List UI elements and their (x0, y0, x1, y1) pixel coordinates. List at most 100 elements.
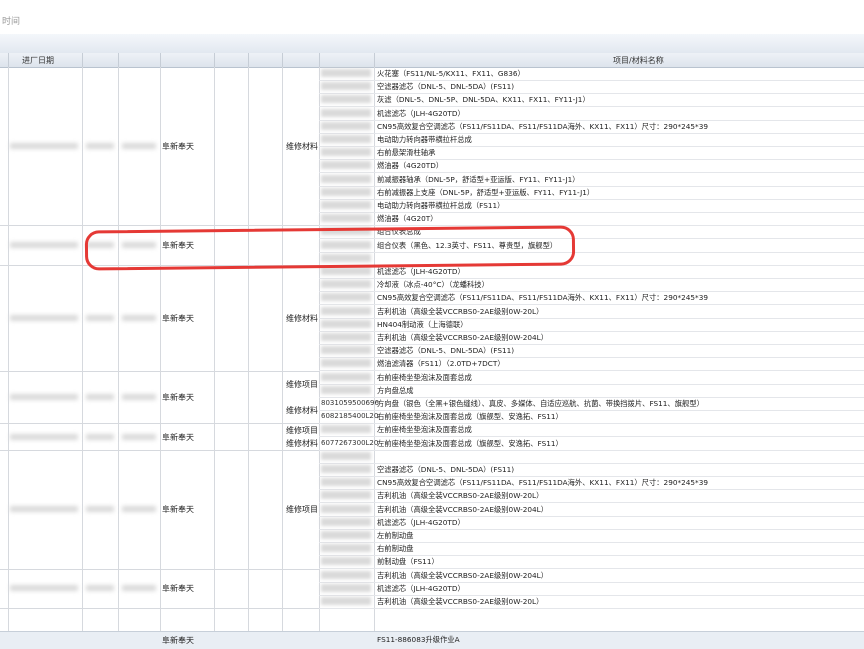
redacted-code (321, 174, 371, 183)
grid-column-divider (282, 67, 283, 648)
table-row[interactable]: 电动助力转向器带横拉杆总成 (319, 133, 864, 147)
item-name-cell: 吉利机油（高级全装VCCRBS0-2AE级别0W-204L） (377, 333, 549, 342)
table-row[interactable]: 火花塞（FS11/NL-5/KX11、FX11、G836） (319, 67, 864, 81)
table-row[interactable]: 电动助力转向器带横拉杆总成（FS11） (319, 199, 864, 213)
table-row[interactable]: 方向盘总成 (319, 384, 864, 398)
table-row[interactable]: 前制动盘（FS11） (319, 555, 864, 570)
table-row[interactable]: 机滤滤芯（JLH-4G20TD） (319, 516, 864, 530)
table-row[interactable]: 吉利机油（高级全装VCCRBS0-2AE级别0W-204L） (319, 503, 864, 517)
redacted-code (321, 531, 371, 539)
work-type-cell: 维修项目 (286, 379, 318, 389)
table-row[interactable]: 6082185400L20 右前座椅坐垫泡沫及面套总成（旗舰型、安逸拓、FS11） (319, 410, 864, 425)
table-row[interactable]: 吉利机油（高级全装VCCRBS0-2AE级别0W-204L） (319, 569, 864, 583)
table-row[interactable]: 右前制动盘 (319, 542, 864, 557)
redacted-cell (10, 242, 78, 249)
redacted-code (321, 372, 371, 381)
table-row[interactable]: CN95高效复合空调滤芯（FS11/FS11DA、FS11/FS11DA海外、K… (319, 120, 864, 134)
table-row[interactable]: 空滤器滤芯（DNL-5、DNL-5DA）(FS11) (319, 80, 864, 95)
item-name-cell: HN404制动液（上海德联） (377, 319, 468, 329)
table-row[interactable]: 吉利机油（高级全装VCCRBS0-2AE级别0W-20L） (319, 595, 864, 609)
table-row[interactable]: 燃油滤清器（FS11）（2.0TD+7DCT） (319, 357, 864, 372)
redacted-code (321, 491, 371, 500)
redacted-cell (122, 433, 156, 440)
item-name-cell: 火花塞（FS11/NL-5/KX11、FX11、G836） (377, 69, 525, 78)
table-row[interactable]: 燃油器（4G20TD） (319, 159, 864, 174)
redacted-code (321, 148, 371, 157)
redacted-cell (86, 506, 114, 513)
redacted-code (321, 570, 371, 579)
table-row[interactable]: 机滤滤芯（JLH-4G20TD） (319, 107, 864, 121)
work-type-cell: 维修材料 (286, 439, 318, 449)
column-header-date[interactable]: 进厂日期 (22, 55, 54, 66)
part-code-cell: 8031059500696 (321, 399, 379, 407)
table-row[interactable]: 燃油器（4G20T） (319, 212, 864, 227)
redacted-code (321, 214, 371, 223)
item-name-cell: 空滤器滤芯（DNL-5、DNL-5DA）(FS11) (377, 465, 515, 474)
item-name-cell: 空滤器滤芯（DNL-5、DNL-5DA）(FS11) (377, 346, 515, 356)
table-row[interactable]: 8031059500696 方向盘（银色（全黑+银色缝线）、真皮、多媒体、自适应巡… (319, 397, 864, 411)
redacted-cell (10, 314, 78, 321)
work-type-cell: 维修材料 (286, 313, 318, 323)
table-row[interactable]: CN95高效复合空调滤芯（FS11/FS11DA、FS11/FS11DA海外、K… (319, 291, 864, 306)
group-divider (0, 449, 319, 451)
item-name-cell: CN95高效复合空调滤芯（FS11/FS11DA、FS11/FS11DA海外、K… (377, 121, 708, 131)
column-header-items[interactable]: 项目/材料名称 (613, 55, 664, 66)
table-row[interactable]: 左前制动盘 (319, 529, 864, 543)
table-row[interactable] (319, 450, 864, 464)
redacted-code (321, 465, 371, 473)
redacted-code (321, 544, 371, 553)
redacted-cell (10, 506, 78, 513)
table-row[interactable]: 右前座椅坐垫泡沫及面套总成 (319, 371, 864, 385)
item-name-cell: 吉利机油（高级全装VCCRBS0-2AE级别0W-204L） (377, 570, 549, 580)
table-row[interactable]: 吉利机油（高级全装VCCRBS0-2AE级别0W-204L） (319, 331, 864, 345)
redacted-code (321, 187, 371, 196)
table-row[interactable]: 前减振器轴承（DNL-5P，舒适型+亚运版、FY11、FY11-J1） (319, 173, 864, 187)
table-row[interactable]: 6077267300L20 左前座椅坐垫泡沫及面套总成（旗舰型、安逸拓、FS11） (319, 437, 864, 451)
table-row[interactable]: 左前座椅坐垫泡沫及面套总成 (319, 423, 864, 438)
table-row[interactable]: CN95高效复合空调滤芯（FS11/FS11DA、FS11/FS11DA海外、K… (319, 476, 864, 491)
grid-column-divider (160, 67, 161, 648)
item-name-cell: 右前悬架滑柱轴承 (377, 148, 436, 158)
redacted-code (321, 557, 371, 566)
redacted-code (321, 583, 371, 592)
grid-header: 进厂日期 项目/材料名称 (0, 53, 864, 68)
item-name-cell: 机滤滤芯（JLH-4G20TD） (377, 267, 465, 276)
redacted-cell (86, 394, 114, 400)
item-name-cell: 机滤滤芯（JLH-4G20TD） (377, 517, 465, 527)
window-title: 时间 (2, 17, 21, 27)
part-code-cell: 6077267300L20 (321, 438, 379, 447)
redacted-code (321, 517, 371, 526)
red-highlight-annotation (84, 225, 576, 271)
table-row[interactable]: 吉利机油（高级全装VCCRBS0-2AE级别0W-20L） (319, 489, 864, 504)
redacted-code (321, 597, 371, 605)
table-row[interactable]: 右前悬架滑柱轴承 (319, 146, 864, 161)
item-name-cell: 燃油器（4G20TD） (377, 161, 444, 171)
item-name-cell: 吉利机油（高级全装VCCRBS0-2AE级别0W-20L） (377, 491, 544, 501)
table-row[interactable]: 冷却液（冰点-40°C）（龙蟠科技） (319, 278, 864, 293)
part-code-cell: 6082185400L20 (321, 412, 379, 421)
grid-column-divider (248, 67, 249, 648)
item-name-cell: 方向盘（银色（全黑+银色缝线）、真皮、多媒体、自适应巡航、抗菌、带换挡拨片、FS… (377, 399, 704, 408)
vendor-cell: 阜新奉天 (162, 313, 194, 323)
item-name-cell: 左前制动盘 (377, 531, 414, 540)
footer-row[interactable]: 阜新奉天 FS11-886083升级作业A (0, 631, 864, 649)
group-divider (0, 608, 319, 610)
work-type-cell: 维修项目 (286, 505, 318, 515)
table-row[interactable]: 空滤器滤芯（DNL-5、DNL-5DA）(FS11) (319, 344, 864, 359)
table-row[interactable]: 空滤器滤芯（DNL-5、DNL-5DA）(FS11) (319, 463, 864, 477)
redacted-cell (122, 394, 156, 400)
table-row[interactable]: 机滤滤芯（JLH-4G20TD） (319, 582, 864, 596)
redacted-code (321, 280, 371, 289)
redacted-code (321, 161, 371, 170)
item-name-cell: 吉利机油（高级全装VCCRBS0-2AE级别0W-20L） (377, 306, 544, 316)
data-grid[interactable]: 阜新奉天 维修材料 火花塞（FS11/NL-5/KX11、FX11、G836） 空滤器… (0, 67, 864, 648)
footer-vendor: 阜新奉天 (162, 636, 194, 645)
redacted-code (321, 425, 371, 434)
table-row[interactable]: HN404制动液（上海德联） (319, 318, 864, 332)
table-row[interactable]: 灰滤（DNL-5、DNL-5P、DNL-5DA、KX11、FX11、FY11-J… (319, 93, 864, 108)
table-row[interactable]: 右前减振器上支座（DNL-5P，舒适型+亚运版、FY11、FY11-J1） (319, 186, 864, 200)
grid-column-divider (214, 67, 215, 648)
table-row[interactable]: 吉利机油（高级全装VCCRBS0-2AE级别0W-20L） (319, 305, 864, 319)
group-divider (0, 225, 319, 227)
redacted-code (321, 346, 371, 355)
